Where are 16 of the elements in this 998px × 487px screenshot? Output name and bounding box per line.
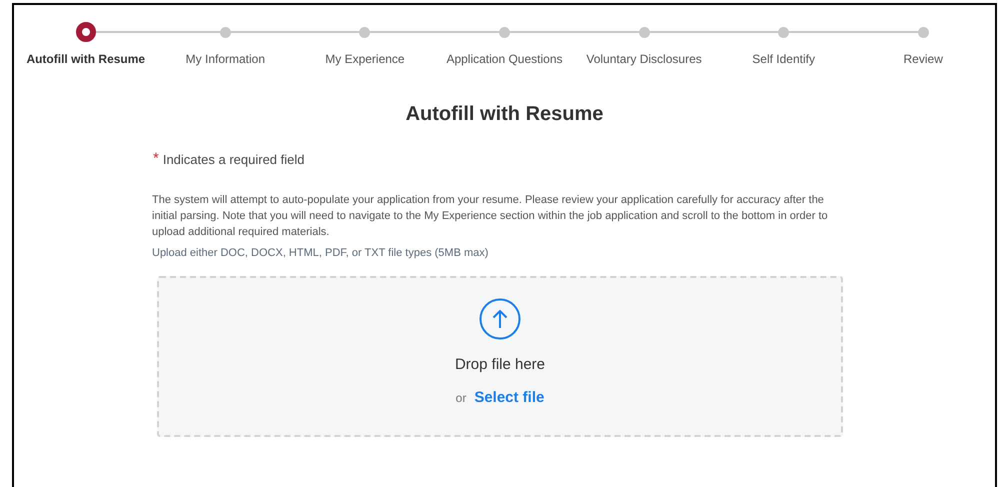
step-label[interactable]: Application Questions (438, 51, 570, 68)
required-note: Indicates a required field (162, 150, 304, 169)
step-label[interactable]: Self Identify (718, 51, 850, 68)
step-label[interactable]: My Information (159, 51, 292, 68)
page-heading: Autofill with Resume (406, 102, 604, 127)
or-text: or (456, 390, 466, 407)
step-label[interactable]: Review (857, 51, 990, 68)
file-types-note: Upload either DOC, DOCX, HTML, PDF, or TXT file types (5MB max) (152, 246, 488, 260)
file-dropzone[interactable]: Drop file here or Select file (157, 276, 843, 437)
select-file-link[interactable]: Select file (474, 386, 544, 409)
required-asterisk: * (153, 149, 159, 169)
description-text: The system will attempt to auto-populate your application from your resume. Please review your application carefully for accuracy after the initial parsing. Note that you will need to navigate to the My Experience section within the job application and scroll to the bottom in order to upload additional required materials. (152, 192, 829, 240)
drop-prompt: Drop file here (454, 355, 546, 375)
step-label[interactable]: Voluntary Disclosures (578, 51, 710, 68)
step-label[interactable]: My Experience (298, 51, 431, 68)
step-label[interactable]: Autofill with Resume (20, 51, 152, 68)
